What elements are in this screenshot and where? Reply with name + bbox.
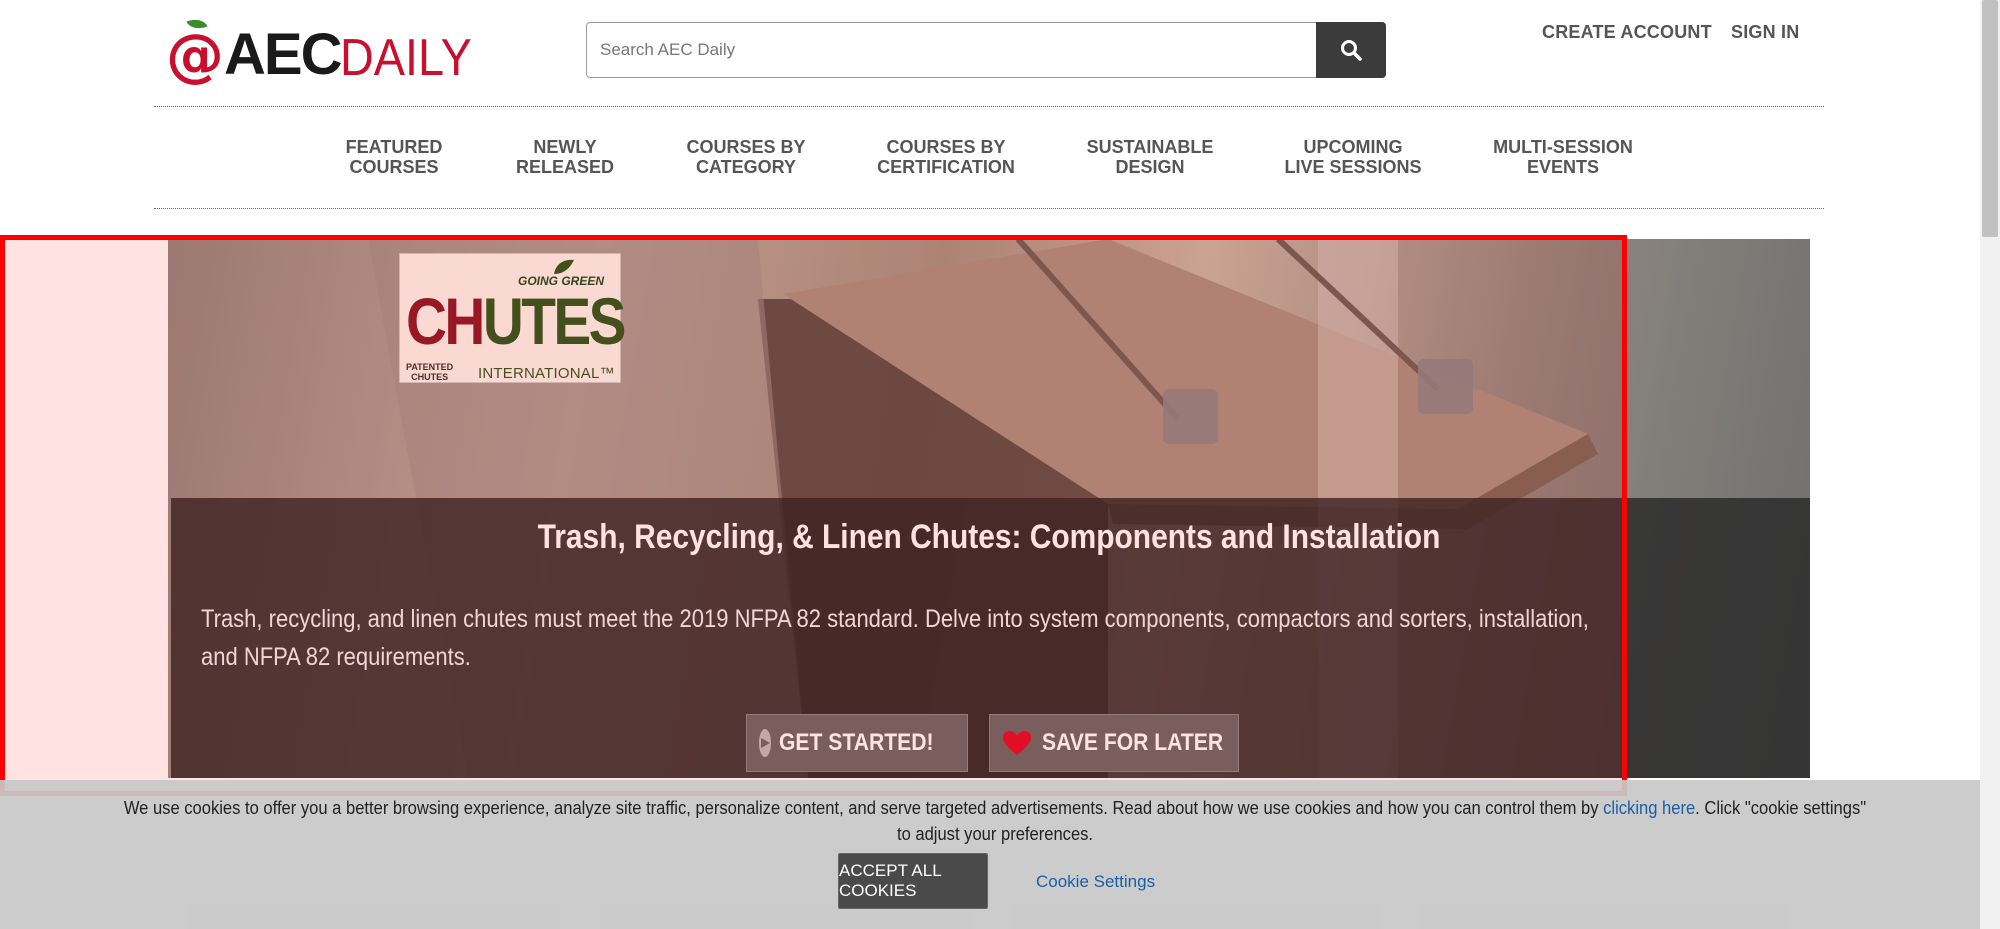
- nav-divider: [154, 208, 1824, 209]
- save-for-later-button[interactable]: SAVE FOR LATER: [989, 714, 1239, 772]
- cookie-banner: We use cookies to offer you a better bro…: [0, 780, 1980, 929]
- accept-all-cookies-button[interactable]: ACCEPT ALL COOKIES: [838, 853, 988, 909]
- aecdaily-logo[interactable]: @ AEC DAILY: [166, 8, 487, 84]
- search-input[interactable]: [587, 23, 1317, 77]
- nav-courses-by-category[interactable]: COURSES BY CATEGORY: [686, 137, 805, 177]
- scrollbar-thumb[interactable]: [1982, 0, 1998, 237]
- nav-multi-session-events[interactable]: MULTI-SESSION EVENTS: [1493, 137, 1633, 177]
- search-icon: [1341, 40, 1362, 61]
- nav-courses-by-certification[interactable]: COURSES BY CERTIFICATION: [877, 137, 1015, 177]
- heart-icon: [1002, 730, 1032, 756]
- search-box: [586, 22, 1386, 78]
- search-button[interactable]: [1316, 22, 1386, 78]
- nav-newly-released[interactable]: NEWLY RELEASED: [516, 137, 614, 177]
- chutes-international-logo: GOING GREEN CHUTES PATENTED CHUTES INTERN…: [399, 253, 626, 383]
- nav-sustainable-design[interactable]: SUSTAINABLE DESIGN: [1087, 137, 1214, 177]
- play-icon: [759, 729, 772, 757]
- course-description: Trash, recycling, and linen chutes must …: [201, 605, 1589, 671]
- get-started-button[interactable]: GET STARTED!: [746, 714, 968, 772]
- cookie-settings-link[interactable]: Cookie Settings: [1036, 872, 1155, 892]
- nav-featured-courses[interactable]: FEATURED COURSES: [346, 137, 443, 177]
- cookie-message: We use cookies to offer you a better bro…: [123, 798, 1867, 844]
- nav-upcoming-live-sessions[interactable]: UPCOMING LIVE SESSIONS: [1284, 137, 1421, 177]
- logo-at-symbol: @: [166, 15, 224, 84]
- course-title[interactable]: Trash, Recycling, & Linen Chutes: Compon…: [267, 518, 1712, 557]
- cookie-policy-link[interactable]: clicking here: [1603, 798, 1695, 818]
- logo-aec-text: AEC: [224, 22, 342, 87]
- header-divider: [154, 106, 1824, 107]
- create-account-link[interactable]: CREATE ACCOUNT: [1542, 22, 1712, 43]
- logo-daily-text: DAILY: [340, 29, 473, 87]
- sign-in-link[interactable]: SIGN IN: [1731, 22, 1799, 43]
- featured-course-hero[interactable]: GOING GREEN CHUTES PATENTED CHUTES INTERN…: [168, 239, 1810, 778]
